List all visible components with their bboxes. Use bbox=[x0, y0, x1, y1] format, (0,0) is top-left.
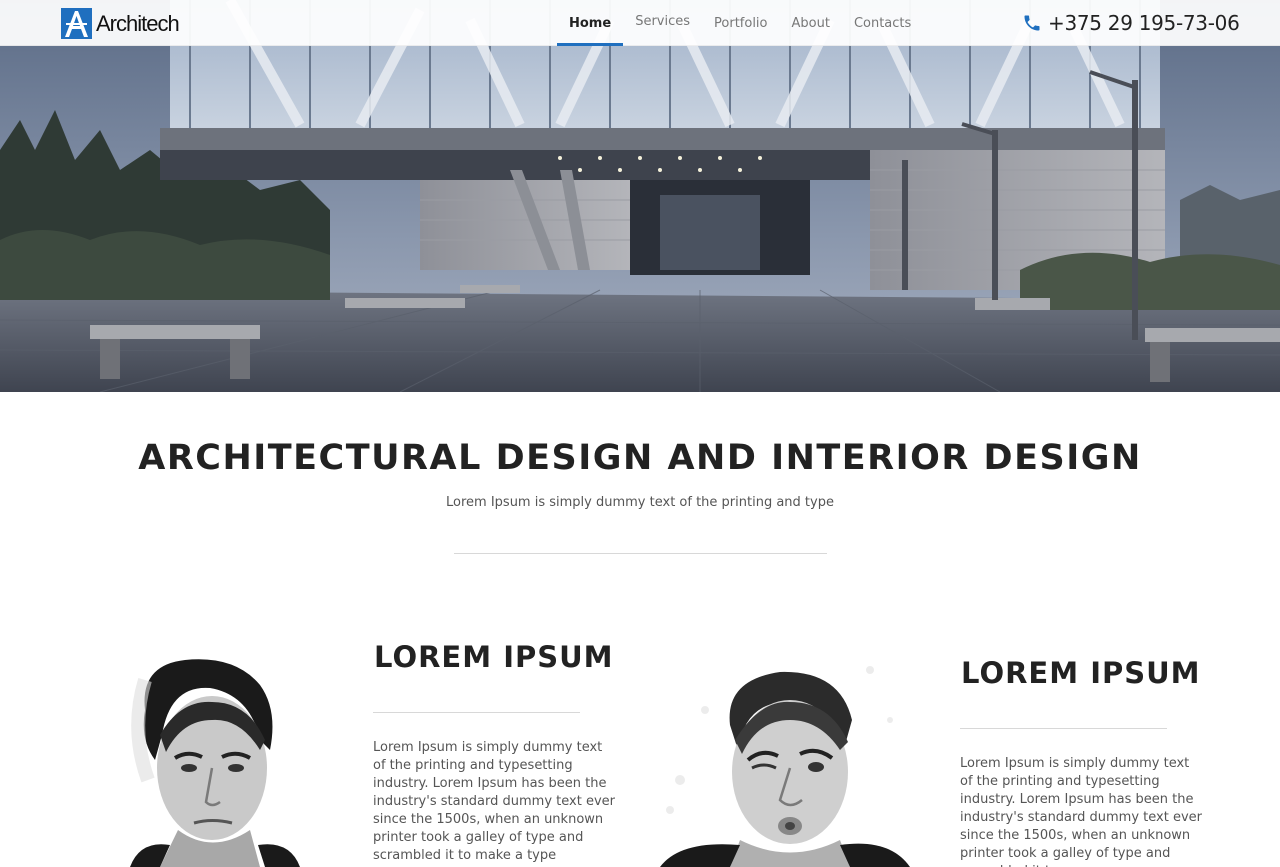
page-subtitle: Lorem Ipsum is simply dummy text of the … bbox=[446, 495, 834, 510]
portrait-photo-2 bbox=[640, 650, 920, 867]
profile-text-2: Lorem Ipsum is simply dummy text of the … bbox=[960, 756, 1202, 867]
profile-text-1: Lorem Ipsum is simply dummy text of the … bbox=[373, 740, 615, 867]
phone-contact[interactable]: +375 29 195-73-06 bbox=[1022, 9, 1240, 37]
page-title: ARCHITECTURAL DESIGN AND INTERIOR DESIGN bbox=[138, 438, 1142, 478]
intro-divider bbox=[454, 553, 827, 554]
logo-mark-icon bbox=[61, 7, 92, 39]
site-header: Architech Home Services Portfolio About … bbox=[0, 0, 1280, 46]
nav-portfolio[interactable]: Portfolio bbox=[702, 0, 779, 46]
profile-title-1: LOREM IPSUM bbox=[374, 640, 614, 674]
nav-home[interactable]: Home bbox=[557, 0, 624, 46]
logo-text: Architech bbox=[96, 10, 180, 36]
profile-divider-2 bbox=[960, 728, 1167, 729]
nav-contacts[interactable]: Contacts bbox=[842, 0, 923, 46]
phone-icon bbox=[1024, 15, 1040, 31]
site-logo[interactable]: Architech bbox=[61, 7, 180, 39]
profile-title-2: LOREM IPSUM bbox=[961, 656, 1201, 690]
phone-number: +375 29 195-73-06 bbox=[1048, 11, 1240, 35]
portrait-photo-1 bbox=[100, 640, 340, 867]
main-nav: Home Services Portfolio About Contacts bbox=[557, 0, 923, 46]
nav-services[interactable]: Services bbox=[623, 0, 702, 44]
profile-divider-1 bbox=[373, 712, 580, 713]
hero-image bbox=[0, 0, 1280, 392]
nav-about[interactable]: About bbox=[780, 0, 842, 46]
